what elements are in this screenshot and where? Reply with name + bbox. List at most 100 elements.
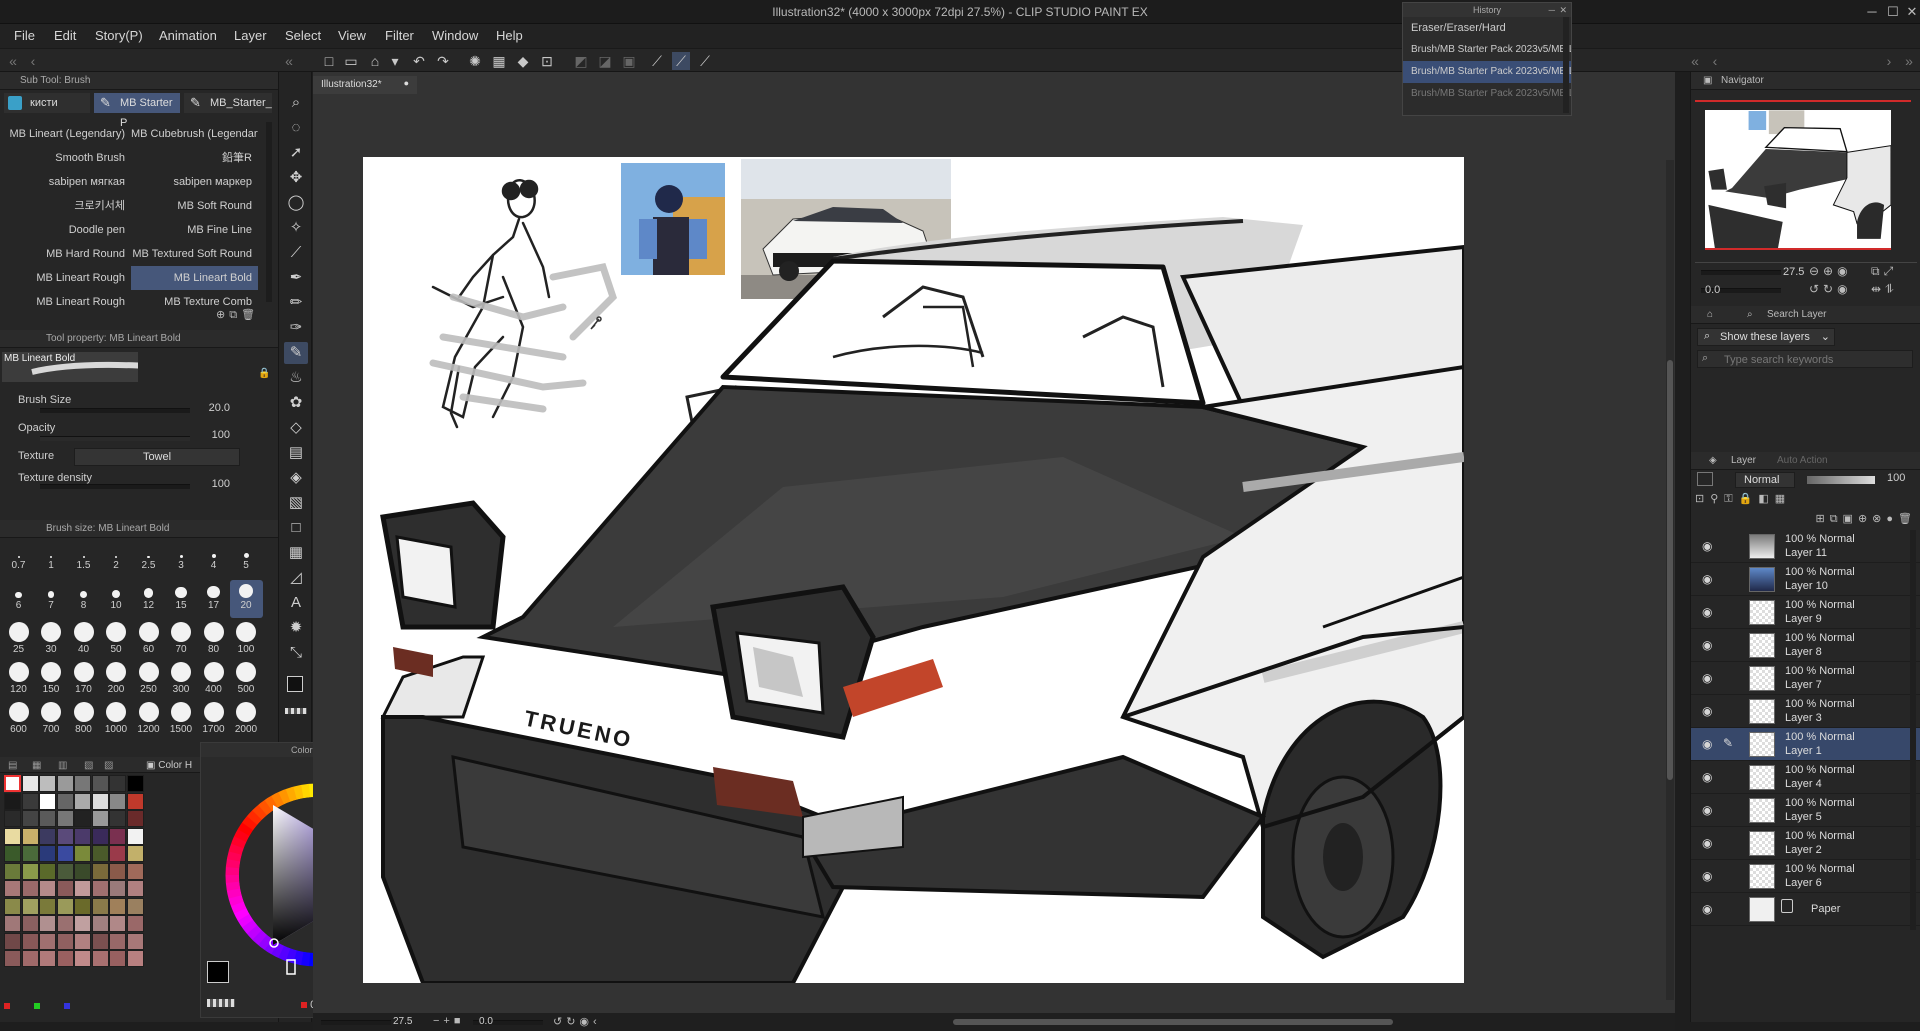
brush-size-slider[interactable] [40, 408, 190, 413]
color-swatch[interactable] [91, 827, 109, 845]
brush-size-preset[interactable]: 2 [100, 540, 133, 578]
flip-icons[interactable]: ⇹⥮ [1871, 282, 1898, 297]
opacity-value[interactable]: 100 [190, 429, 230, 441]
save-icon[interactable]: ⌂ [366, 52, 384, 70]
special-ruler-snap-icon[interactable]: ⟋ [672, 52, 690, 70]
color-swatch[interactable] [39, 792, 56, 810]
main-color-indicator[interactable] [207, 961, 229, 983]
brush-size-preset[interactable]: 60 [132, 620, 165, 658]
color-swatch[interactable] [109, 950, 126, 967]
dropdown-icon[interactable]: ▾ [386, 52, 404, 70]
rotate-controls-icon[interactable]: ↺↻◉ [1809, 282, 1852, 296]
layer-row[interactable]: ◉ ✎ 100 % Normal Layer 1 [1691, 728, 1920, 761]
color-swatch[interactable] [126, 845, 144, 862]
visibility-eye-icon[interactable]: ◉ [1702, 902, 1716, 916]
visibility-eye-icon[interactable]: ◉ [1702, 836, 1716, 850]
menu-story[interactable]: Story(P) [95, 28, 143, 43]
color-swatch[interactable] [21, 950, 39, 967]
texture-select[interactable]: Towel [74, 448, 240, 466]
subtool-tab-3[interactable]: ✎ MB_Starter_ [184, 93, 272, 113]
color-swatch[interactable] [39, 915, 56, 932]
brush-size-preset[interactable]: 500 [230, 660, 263, 698]
color-swatch[interactable] [4, 950, 21, 967]
layer-row[interactable]: ◉ 100 % Normal Layer 6 [1691, 860, 1920, 893]
brush-size-preset[interactable]: 25 [2, 620, 35, 658]
color-swatch[interactable] [126, 862, 144, 880]
brush-item[interactable]: MB Textured Soft Round [131, 242, 258, 266]
palette-tab-icon-2[interactable]: ▦ [32, 757, 41, 775]
chevron-right-icon[interactable]: › [1880, 52, 1898, 70]
brush-size-preset[interactable]: 120 [2, 660, 35, 698]
color-swatch[interactable] [56, 897, 74, 915]
color-swatch[interactable] [91, 880, 109, 897]
color-swatch[interactable] [74, 810, 91, 827]
brush-size-preset[interactable]: 170 [67, 660, 100, 698]
color-swatch[interactable] [126, 932, 144, 950]
status-rotation-value[interactable]: 0.0 [479, 1016, 493, 1027]
color-swatch[interactable] [4, 810, 21, 827]
color-swatch[interactable] [21, 897, 39, 915]
layer-row[interactable]: ◉ 100 % Normal Layer 8 [1691, 629, 1920, 662]
move-layer-icon[interactable]: ✥ [284, 167, 308, 189]
tab-close-icon[interactable]: ● [404, 78, 409, 88]
correct-line-icon[interactable]: ⤡ [284, 642, 308, 664]
color-swatch[interactable] [21, 880, 39, 897]
status-zoom-slider[interactable] [321, 1020, 391, 1025]
color-swatch[interactable] [74, 897, 91, 915]
operation-tool-icon[interactable]: ➚ [284, 142, 308, 164]
blend-mode-select[interactable]: Normal [1735, 472, 1795, 488]
color-swatch[interactable] [21, 810, 39, 827]
brush-size-preset[interactable]: 12 [132, 580, 165, 618]
history-close-icon[interactable]: ✕ [1559, 3, 1567, 17]
visibility-eye-icon[interactable]: ◉ [1702, 803, 1716, 817]
collapse-right-icon[interactable]: « [1686, 52, 1704, 70]
color-swatch[interactable] [56, 862, 74, 880]
brush-size-preset[interactable]: 10 [100, 580, 133, 618]
status-zoom-value[interactable]: 27.5 [393, 1016, 412, 1027]
text-tool-icon[interactable]: A [284, 592, 308, 614]
color-swatch[interactable] [91, 810, 109, 827]
color-swatch[interactable] [39, 950, 56, 967]
color-swatch[interactable] [21, 932, 39, 950]
color-swatch[interactable] [91, 950, 109, 967]
color-swatch[interactable] [21, 862, 39, 880]
visibility-eye-icon[interactable]: ◉ [1702, 638, 1716, 652]
color-swatch[interactable] [74, 950, 91, 967]
new-file-icon[interactable]: □ [320, 52, 338, 70]
menu-layer[interactable]: Layer [234, 28, 267, 43]
color-swatch[interactable] [4, 827, 21, 845]
color-swatch[interactable] [91, 915, 109, 932]
visibility-eye-icon[interactable]: ◉ [1702, 671, 1716, 685]
color-swatch[interactable] [4, 880, 21, 897]
invert-selection-icon[interactable]: ◪ [596, 52, 614, 70]
brush-size-preset[interactable]: 2.5 [132, 540, 165, 578]
color-swatch[interactable] [4, 792, 21, 810]
color-swatch[interactable] [109, 880, 126, 897]
selection-border-icon[interactable]: ▣ [620, 52, 638, 70]
close-icon[interactable]: ✕ [1902, 3, 1920, 21]
visibility-eye-icon[interactable]: ◉ [1702, 704, 1716, 718]
menu-view[interactable]: View [338, 28, 366, 43]
gradient-icon[interactable]: ▧ [284, 492, 308, 514]
brush-size-preset[interactable]: 800 [67, 700, 100, 738]
layer-lock-icons[interactable]: ⊡⚲⚿🔒◧▦ [1695, 492, 1917, 508]
brush-item[interactable]: MB Lineart Rough [4, 266, 131, 290]
history-scrollbar[interactable] [1563, 17, 1569, 113]
blend-icon[interactable]: ▤ [284, 442, 308, 464]
brush-item[interactable]: sabipen мягкая [4, 170, 131, 194]
brush-item[interactable]: sabipen маркер [131, 170, 258, 194]
menu-window[interactable]: Window [432, 28, 478, 43]
layer-row[interactable]: ◉ 100 % Normal Layer 5 [1691, 794, 1920, 827]
color-swatch[interactable] [126, 880, 144, 897]
layer-row[interactable]: ◉ 100 % Normal Layer 9 [1691, 596, 1920, 629]
color-swatch[interactable] [91, 775, 109, 792]
color-swatch[interactable] [74, 775, 91, 792]
palette-tab-icon-1[interactable]: ▤ [8, 757, 17, 775]
color-swatch[interactable] [109, 932, 126, 950]
brush-item[interactable]: MB Soft Round [131, 194, 258, 218]
color-swatch[interactable] [21, 775, 39, 792]
color-swatch[interactable] [74, 792, 91, 810]
color-swatch[interactable] [74, 932, 91, 950]
brush-size-preset[interactable]: 20 [229, 580, 263, 618]
brush-selected-icon[interactable]: ✎ [284, 342, 308, 364]
